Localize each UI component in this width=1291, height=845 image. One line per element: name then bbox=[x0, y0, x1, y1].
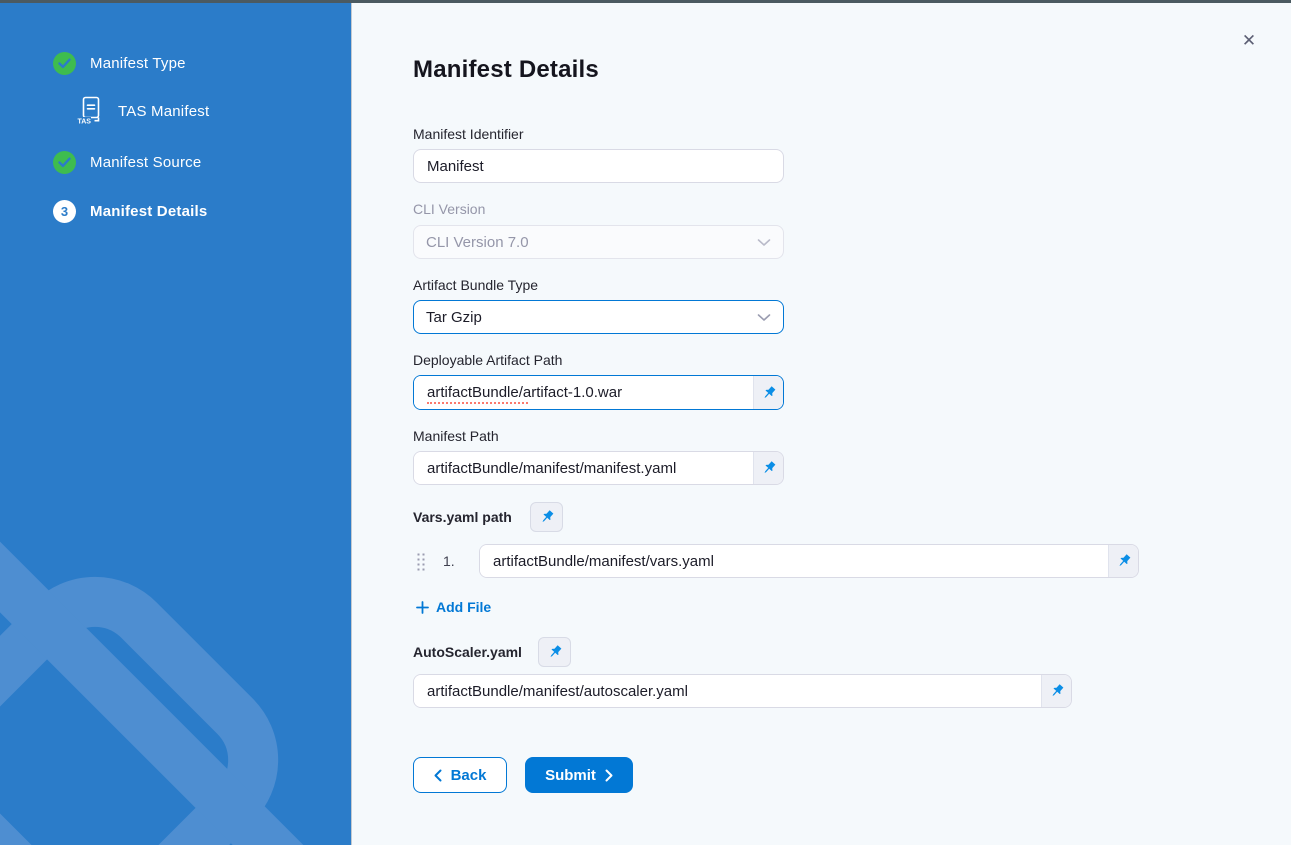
pin-icon[interactable] bbox=[1108, 545, 1138, 577]
wizard-step-manifest-type[interactable]: Manifest Type bbox=[53, 52, 186, 75]
pin-icon bbox=[538, 508, 556, 526]
wizard-step-manifest-details[interactable]: 3 Manifest Details bbox=[53, 200, 207, 223]
vars-pin-button[interactable] bbox=[530, 502, 563, 532]
autoscaler-yaml-label: AutoScaler.yaml bbox=[413, 644, 522, 660]
artifact-bundle-type-value: Tar Gzip bbox=[426, 309, 482, 326]
submit-button[interactable]: Submit bbox=[525, 757, 633, 793]
tas-manifest-icon: TAS bbox=[77, 96, 104, 126]
step-number-badge: 3 bbox=[53, 200, 76, 223]
cli-version-label: CLI Version bbox=[413, 201, 485, 217]
deployable-artifact-path-input[interactable] bbox=[414, 376, 753, 409]
wizard-step-manifest-source[interactable]: Manifest Source bbox=[53, 151, 201, 174]
drag-handle[interactable] bbox=[416, 552, 426, 572]
manifest-identifier-input[interactable] bbox=[413, 149, 784, 183]
harness-logo-watermark bbox=[0, 3, 352, 845]
autoscaler-path-input[interactable] bbox=[414, 675, 1041, 707]
step-complete-check-icon bbox=[53, 52, 76, 75]
cli-version-value: CLI Version 7.0 bbox=[426, 234, 529, 251]
svg-text:TAS: TAS bbox=[78, 119, 92, 126]
wizard-sidebar: Manifest Type TAS TAS Manifest Manifest … bbox=[0, 3, 352, 845]
autoscaler-pin-button[interactable] bbox=[538, 637, 571, 667]
vars-path-input[interactable] bbox=[480, 545, 1108, 577]
chevron-down-icon bbox=[757, 238, 771, 247]
chevron-right-icon bbox=[605, 769, 613, 782]
close-icon[interactable]: ✕ bbox=[1237, 29, 1261, 53]
manifest-path-label: Manifest Path bbox=[413, 428, 499, 444]
manifest-details-panel: ✕ Manifest Details Manifest Identifier C… bbox=[353, 3, 1291, 845]
vars-path-group bbox=[479, 544, 1139, 578]
submit-label: Submit bbox=[545, 767, 596, 784]
plus-icon bbox=[416, 601, 429, 614]
deployable-artifact-path-group bbox=[413, 375, 784, 410]
cli-version-select: CLI Version 7.0 bbox=[413, 225, 784, 259]
step-label: Manifest Source bbox=[90, 154, 201, 171]
manifest-identifier-label: Manifest Identifier bbox=[413, 126, 524, 142]
add-file-button[interactable]: Add File bbox=[416, 599, 491, 615]
wizard-substep-tas-manifest[interactable]: TAS TAS Manifest bbox=[77, 96, 209, 126]
autoscaler-path-group bbox=[413, 674, 1072, 708]
chevron-left-icon bbox=[434, 769, 442, 782]
window-top-edge bbox=[0, 0, 1291, 3]
pin-icon[interactable] bbox=[753, 376, 783, 409]
pin-icon[interactable] bbox=[1041, 675, 1071, 707]
manifest-path-input[interactable] bbox=[414, 452, 753, 484]
chevron-down-icon bbox=[757, 313, 771, 322]
back-button[interactable]: Back bbox=[413, 757, 507, 793]
step-complete-check-icon bbox=[53, 151, 76, 174]
step-label: Manifest Type bbox=[90, 55, 186, 72]
vars-row-index: 1. bbox=[443, 553, 455, 569]
step-label: Manifest Details bbox=[90, 203, 207, 220]
artifact-bundle-type-label: Artifact Bundle Type bbox=[413, 277, 538, 293]
substep-label: TAS Manifest bbox=[118, 103, 209, 120]
back-label: Back bbox=[451, 767, 487, 784]
deployable-artifact-path-label: Deployable Artifact Path bbox=[413, 352, 562, 368]
manifest-path-group bbox=[413, 451, 784, 485]
vars-yaml-path-label: Vars.yaml path bbox=[413, 509, 512, 525]
artifact-bundle-type-select[interactable]: Tar Gzip bbox=[413, 300, 784, 334]
pin-icon[interactable] bbox=[753, 452, 783, 484]
add-file-label: Add File bbox=[436, 599, 491, 615]
page-title: Manifest Details bbox=[413, 56, 599, 84]
pin-icon bbox=[546, 643, 564, 661]
